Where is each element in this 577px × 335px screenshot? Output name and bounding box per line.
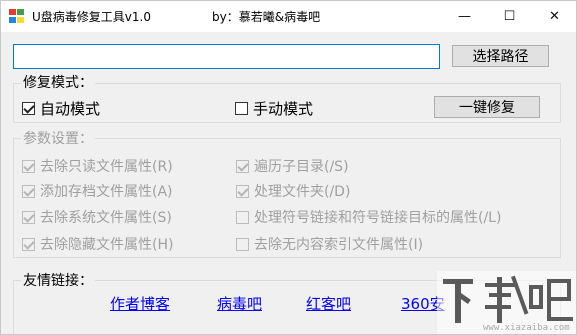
maximize-button[interactable]: ☐ [487,1,532,32]
param-label: 去除无内容索引文件属性(I) [254,237,424,253]
param-option[interactable]: 添加存档文件属性(A) [22,181,173,201]
param-option[interactable]: 去除无内容索引文件属性(I) [236,234,423,254]
param-label: 添加存档文件属性(A) [40,184,173,200]
link-hacker-bar[interactable]: 红客吧 [306,293,351,314]
param-option[interactable]: 处理文件夹(/D) [236,181,350,201]
param-label: 去除只读文件属性(R) [40,159,173,175]
param-label: 去除系统文件属性(S) [40,210,172,226]
window-title: U盘病毒修复工具v1.0 [32,10,151,24]
param-label: 遍历子目录(/S) [254,159,349,175]
friend-links-title: 友情链接： [21,270,95,290]
repair-mode-title: 修复模式： [21,72,95,92]
app-window: U盘病毒修复工具v1.0 by：慕若曦&病毒吧 — ☐ ✕ 选择路径 修复模式：… [0,0,577,335]
param-check-icon[interactable] [236,237,249,251]
title-bar[interactable]: U盘病毒修复工具v1.0 by：慕若曦&病毒吧 — ☐ ✕ [1,1,576,32]
auto-mode-check-icon[interactable] [22,102,35,115]
param-check-icon[interactable] [22,159,35,173]
app-icon [9,9,25,24]
params-title: 参数设置： [21,128,95,148]
select-path-button[interactable]: 选择路径 [452,45,549,67]
auto-mode-checkbox[interactable]: 自动模式 [22,98,100,119]
param-check-icon[interactable] [236,159,249,173]
link-author-blog[interactable]: 作者博客 [110,293,170,314]
path-input[interactable] [13,44,440,69]
param-option[interactable]: 去除系统文件属性(S) [22,207,172,227]
param-check-icon[interactable] [22,210,35,224]
close-button[interactable]: ✕ [532,1,576,32]
param-label: 去除隐藏文件属性(H) [40,237,174,253]
param-label: 处理文件夹(/D) [254,184,351,200]
watermark-url: www.xiazaiba.com [483,323,570,333]
minimize-button[interactable]: — [442,1,487,32]
maximize-icon: ☐ [503,9,516,24]
param-option[interactable]: 去除隐藏文件属性(H) [22,234,173,254]
close-icon: ✕ [549,9,560,24]
manual-mode-label: 手动模式 [253,100,314,118]
link-virus-bar[interactable]: 病毒吧 [217,293,262,314]
minimize-icon: — [458,9,471,24]
manual-mode-checkbox[interactable]: 手动模式 [235,98,313,119]
auto-mode-label: 自动模式 [40,100,101,118]
param-check-icon[interactable] [236,210,249,224]
param-check-icon[interactable] [236,184,249,198]
param-check-icon[interactable] [22,184,35,198]
param-option[interactable]: 遍历子目录(/S) [236,156,349,176]
author-credit: by：慕若曦&病毒吧 [212,10,321,24]
param-label: 处理符号链接和符号链接目标的属性(/L) [254,210,502,226]
manual-mode-check-icon[interactable] [235,102,248,115]
param-option[interactable]: 去除只读文件属性(R) [22,156,173,176]
one-click-repair-button[interactable]: 一键修复 [434,96,540,118]
param-check-icon[interactable] [22,237,35,251]
param-option[interactable]: 处理符号链接和符号链接目标的属性(/L) [236,207,501,227]
